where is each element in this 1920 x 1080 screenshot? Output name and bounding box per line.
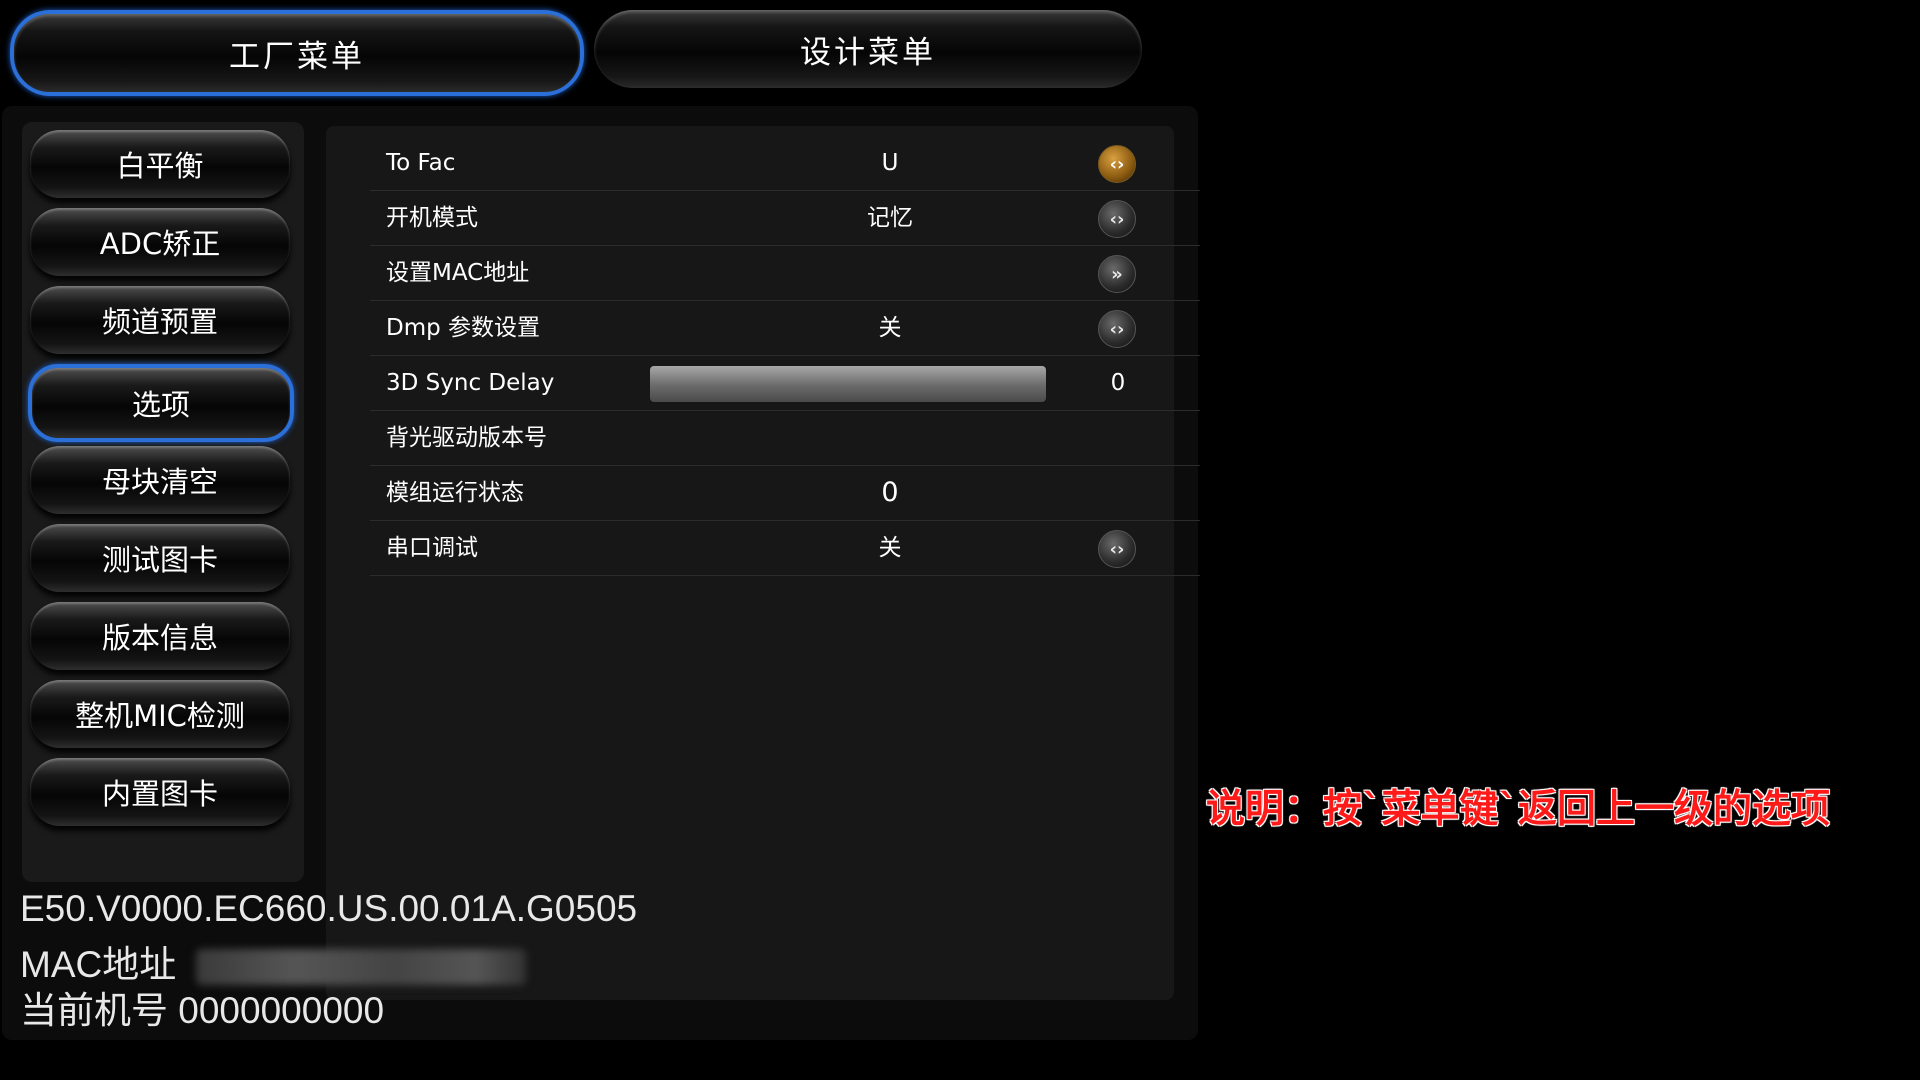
menu-item-label: 选项 xyxy=(131,388,190,422)
setting-label: 模组运行状态 xyxy=(386,480,524,506)
setting-value: 记忆 xyxy=(867,205,913,231)
slider-value: 0 xyxy=(1110,370,1126,396)
left-right-arrow-icon[interactable]: ‹› xyxy=(1098,530,1136,568)
setting-value: 关 xyxy=(878,535,902,561)
mac-label: MAC地址 xyxy=(20,944,177,985)
left-right-arrow-icon[interactable]: ‹› xyxy=(1098,200,1136,238)
setting-row-set-mac[interactable]: 设置MAC地址 » xyxy=(370,246,1200,301)
menu-item-label: 母块清空 xyxy=(101,465,218,499)
setting-label: 串口调试 xyxy=(386,535,478,561)
left-right-arrow-icon[interactable]: ‹› xyxy=(1098,145,1136,183)
menu-item-version-info[interactable]: 版本信息 xyxy=(30,602,290,670)
setting-label: 3D Sync Delay xyxy=(386,370,555,396)
menu-item-options[interactable]: 选项 xyxy=(28,364,294,442)
menu-item-label: ADC矫正 xyxy=(99,227,221,261)
tab-factory-menu[interactable]: 工厂菜单 xyxy=(10,10,584,96)
setting-value: 关 xyxy=(878,315,902,341)
setting-row-module-status: 模组运行状态 0 xyxy=(370,466,1200,521)
setting-value xyxy=(780,411,1000,465)
instruction-note: 说明：按`菜单键`返回上一级的选项 xyxy=(1206,787,1831,832)
setting-value: U xyxy=(881,150,899,176)
setting-row-serial-debug[interactable]: 串口调试 关 ‹› xyxy=(370,521,1200,576)
delay-slider[interactable] xyxy=(650,366,1046,402)
firmware-version: E50.V0000.EC660.US.00.01A.G0505 xyxy=(20,888,638,929)
left-right-arrow-icon[interactable]: ‹› xyxy=(1098,310,1136,348)
menu-item-label: 频道预置 xyxy=(101,305,218,339)
setting-value xyxy=(780,246,1000,300)
menu-item-channel-preset[interactable]: 频道预置 xyxy=(30,286,290,354)
setting-row-power-on-mode[interactable]: 开机模式 记忆 ‹› xyxy=(370,191,1200,246)
menu-item-white-balance[interactable]: 白平衡 xyxy=(30,130,290,198)
menu-item-label: 测试图卡 xyxy=(101,543,218,577)
menu-item-label: 版本信息 xyxy=(101,621,218,655)
setting-label: 背光驱动版本号 xyxy=(386,425,547,451)
menu-item-label: 白平衡 xyxy=(116,149,204,183)
setting-value: 0 xyxy=(881,477,899,508)
setting-row-to-fac[interactable]: To Fac U ‹› xyxy=(370,136,1200,191)
setting-label: 开机模式 xyxy=(386,205,478,231)
menu-item-adc-calibration[interactable]: ADC矫正 xyxy=(30,208,290,276)
tab-design-menu[interactable]: 设计菜单 xyxy=(594,10,1142,88)
menu-item-label: 内置图卡 xyxy=(101,777,218,811)
tab-factory-menu-label: 工厂菜单 xyxy=(229,38,365,75)
setting-row-backlight-version: 背光驱动版本号 xyxy=(370,411,1200,466)
menu-item-test-pattern[interactable]: 测试图卡 xyxy=(30,524,290,592)
menu-item-mic-test[interactable]: 整机MIC检测 xyxy=(30,680,290,748)
menu-item-label: 整机MIC检测 xyxy=(75,699,245,733)
menu-item-block-clear[interactable]: 母块清空 xyxy=(30,446,290,514)
machine-number: 当前机号 0000000000 xyxy=(20,990,385,1031)
setting-label: Dmp 参数设置 xyxy=(386,315,541,341)
setting-row-3d-sync-delay[interactable]: 3D Sync Delay 0 xyxy=(370,356,1200,411)
forward-arrow-icon[interactable]: » xyxy=(1098,255,1136,293)
menu-item-builtin-pattern[interactable]: 内置图卡 xyxy=(30,758,290,826)
setting-label: To Fac xyxy=(386,150,456,176)
setting-label: 设置MAC地址 xyxy=(386,260,530,286)
tab-design-menu-label: 设计菜单 xyxy=(800,34,936,71)
setting-row-dmp[interactable]: Dmp 参数设置 关 ‹› xyxy=(370,301,1200,356)
